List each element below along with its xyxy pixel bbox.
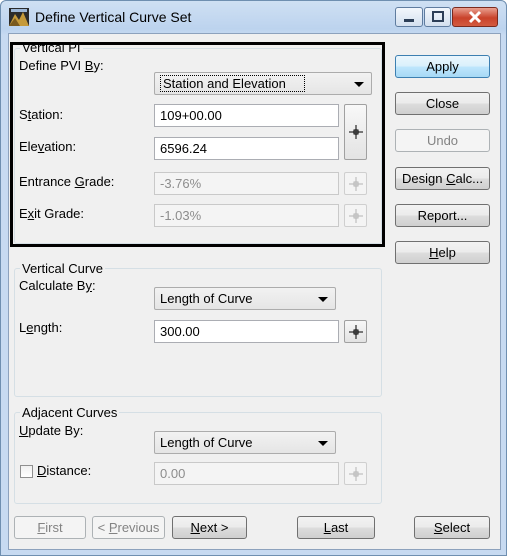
report-button[interactable]: Report... (395, 204, 490, 227)
length-pick-button[interactable] (344, 320, 367, 343)
chevron-down-icon (318, 297, 328, 302)
apply-button[interactable]: Apply (395, 55, 490, 78)
dialog-window: Define Vertical Curve Set Vertical PI De… (0, 0, 507, 556)
close-icon (468, 10, 482, 24)
dialog-client-area: Vertical PI Define PVI By: Station and E… (8, 33, 501, 550)
update-by-select[interactable]: Length of Curve (154, 431, 336, 454)
vertical-curve-group-label: Vertical Curve (20, 261, 105, 276)
minimize-button[interactable] (395, 7, 423, 27)
app-icon (9, 8, 29, 26)
close-window-button[interactable] (452, 7, 498, 27)
calculate-by-select[interactable]: Length of Curve (154, 287, 336, 310)
calculate-by-value: Length of Curve (160, 291, 253, 306)
distance-pick-button (344, 462, 367, 485)
distance-label: Distance: (37, 463, 92, 478)
adjacent-curves-group-label: Adjacent Curves (20, 405, 120, 420)
update-by-value: Length of Curve (160, 435, 253, 450)
crosshair-icon (348, 466, 363, 481)
length-input[interactable]: 300.00 (154, 320, 339, 343)
design-calc-button[interactable]: Design Calc... (395, 167, 490, 190)
crosshair-icon (348, 324, 363, 339)
maximize-icon (432, 11, 444, 22)
minimize-icon (404, 19, 414, 22)
select-button[interactable]: Select (414, 516, 490, 539)
previous-button: < Previous (92, 516, 165, 539)
update-by-label: Update By: (19, 423, 84, 438)
distance-checkbox[interactable] (20, 465, 33, 478)
last-button[interactable]: Last (297, 516, 375, 539)
maximize-button[interactable] (424, 7, 451, 27)
undo-button: Undo (395, 129, 490, 152)
title-bar[interactable]: Define Vertical Curve Set (1, 1, 506, 33)
first-button: First (14, 516, 86, 539)
calculate-by-label: Calculate By: (19, 278, 96, 293)
next-button[interactable]: Next > (172, 516, 247, 539)
length-label: Length: (19, 320, 63, 335)
distance-input: 0.00 (154, 462, 339, 485)
highlight-frame (10, 42, 385, 247)
chevron-down-icon (318, 441, 328, 446)
window-title: Define Vertical Curve Set (35, 9, 192, 25)
help-button[interactable]: Help (395, 241, 490, 264)
close-button[interactable]: Close (395, 92, 490, 115)
